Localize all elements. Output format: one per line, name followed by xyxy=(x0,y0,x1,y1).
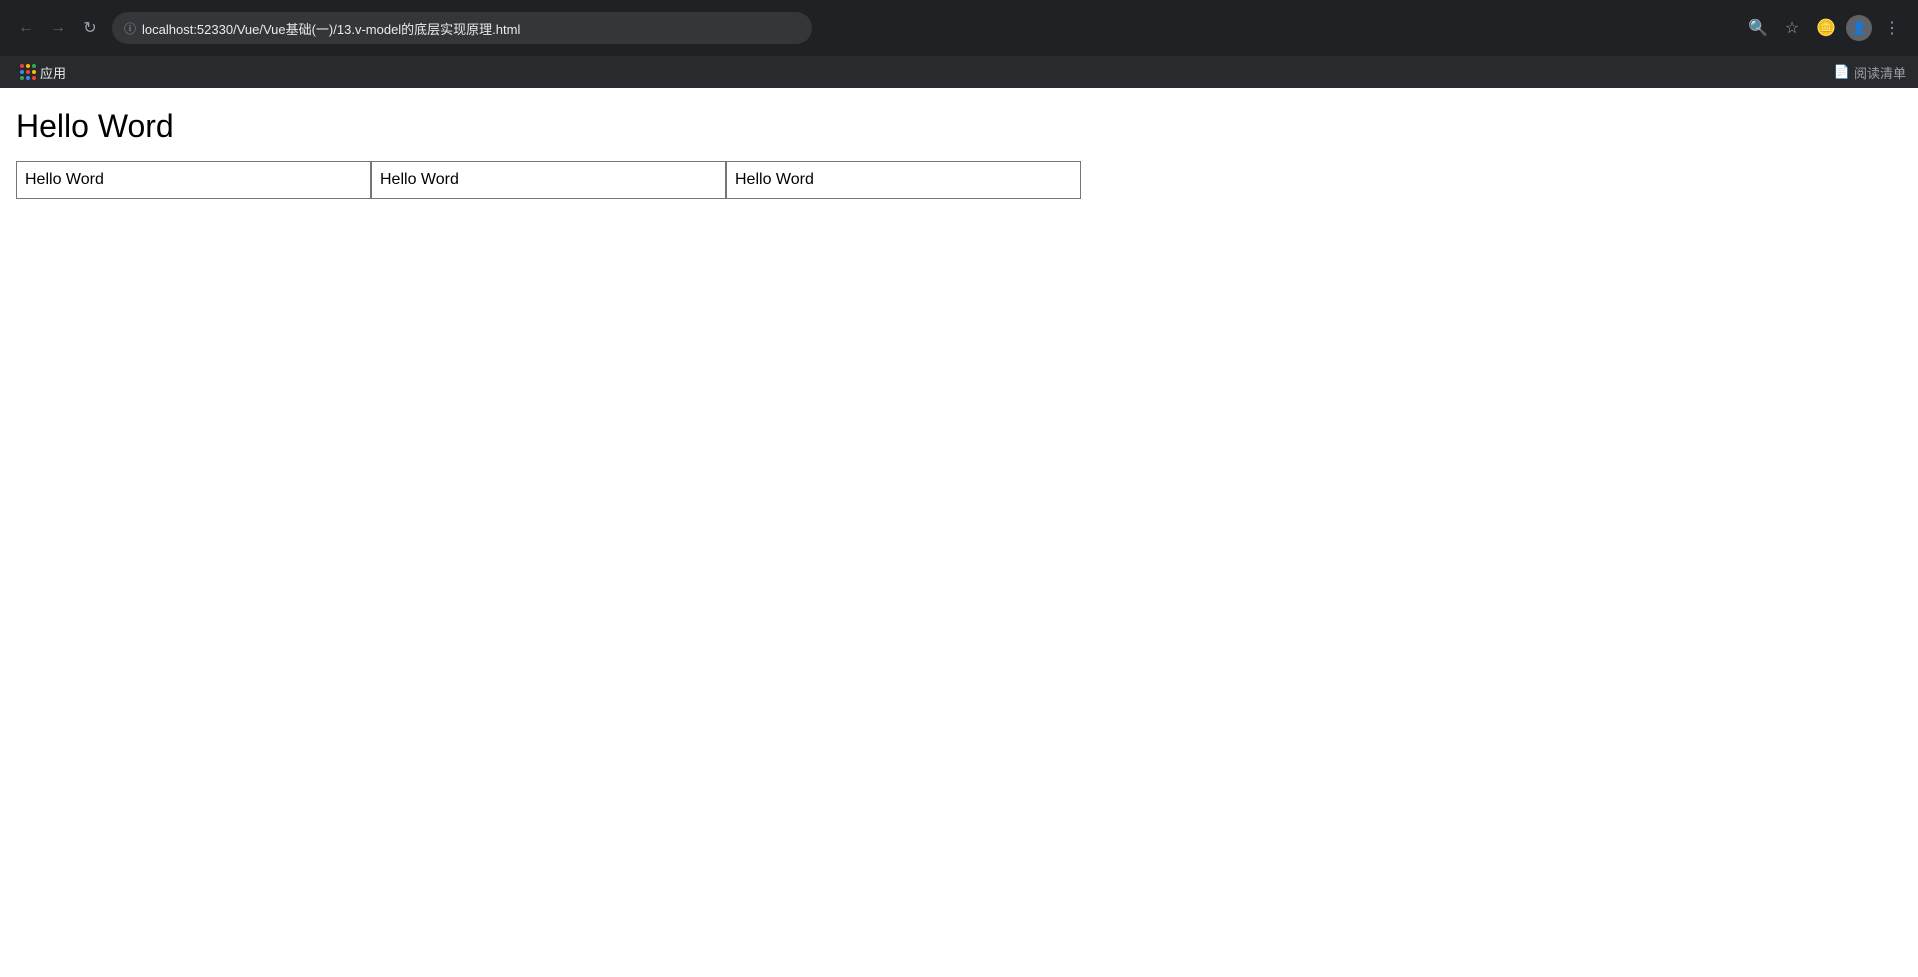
lock-icon: ⓘ xyxy=(124,20,136,37)
reader-label: 阅读清单 xyxy=(1854,63,1906,82)
apps-button[interactable]: 应用 xyxy=(12,59,74,86)
reload-button[interactable]: ↻ xyxy=(76,14,104,42)
browser-actions: 🔍 ☆ 🪙 👤 ⋮ xyxy=(1744,14,1906,42)
menu-button[interactable]: ⋮ xyxy=(1878,14,1906,42)
input-3[interactable] xyxy=(726,161,1081,199)
extensions-button[interactable]: 🪙 xyxy=(1812,14,1840,42)
apps-grid-icon xyxy=(20,64,36,80)
bookmarks-bar: 应用 📄 阅读清单 xyxy=(0,56,1918,88)
reader-icon: 📄 xyxy=(1834,64,1850,80)
page-content: Hello Word xyxy=(0,88,1918,219)
browser-chrome: ← → ↻ ⓘ localhost:52330/Vue/Vue基础(一)/13.… xyxy=(0,0,1918,56)
apps-label: 应用 xyxy=(40,63,66,82)
input-1[interactable] xyxy=(16,161,371,199)
forward-button[interactable]: → xyxy=(44,14,72,42)
inputs-row xyxy=(16,161,1902,199)
address-bar[interactable]: ⓘ localhost:52330/Vue/Vue基础(一)/13.v-mode… xyxy=(112,12,812,44)
page-title: Hello Word xyxy=(16,108,1902,145)
nav-buttons: ← → ↻ xyxy=(12,14,104,42)
reader-mode-button[interactable]: 📄 阅读清单 xyxy=(1834,63,1906,82)
bookmark-button[interactable]: ☆ xyxy=(1778,14,1806,42)
url-text: localhost:52330/Vue/Vue基础(一)/13.v-model的… xyxy=(142,19,800,38)
search-button[interactable]: 🔍 xyxy=(1744,14,1772,42)
back-button[interactable]: ← xyxy=(12,14,40,42)
input-2[interactable] xyxy=(371,161,726,199)
avatar[interactable]: 👤 xyxy=(1846,15,1872,41)
